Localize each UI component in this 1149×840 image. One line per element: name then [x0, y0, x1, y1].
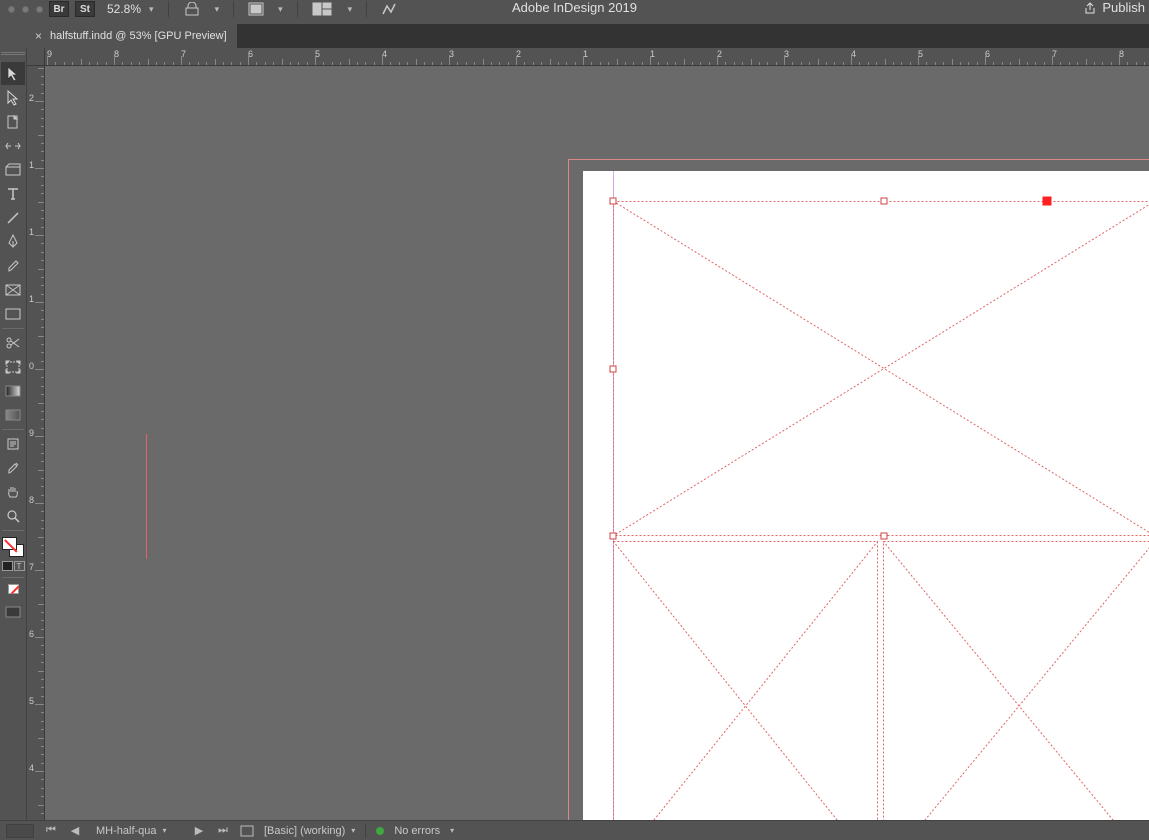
ruler-label: 5 [29, 696, 34, 706]
ruler-label: 1 [29, 294, 34, 304]
apply-color-row [8, 584, 19, 594]
tool-divider [2, 530, 24, 531]
type-tool[interactable] [1, 182, 25, 205]
app-title: Adobe InDesign 2019 [512, 0, 637, 15]
tool-divider [2, 328, 24, 329]
resize-handle-s[interactable] [881, 533, 888, 540]
fill-stroke-swatch[interactable] [2, 537, 24, 557]
resize-handle-n[interactable] [1042, 197, 1051, 206]
first-spread-button[interactable]: ⏮ [44, 824, 58, 838]
selection-tool[interactable] [1, 62, 25, 85]
formatting-affects-row: T [2, 561, 25, 571]
object-style-label: [Basic] (working) [264, 825, 345, 837]
gradient-feather-tool[interactable] [1, 403, 25, 426]
preflight-status-text[interactable]: No errors [394, 825, 440, 837]
ruler-label: 0 [29, 361, 34, 371]
formatting-container-icon[interactable] [2, 561, 13, 571]
zoom-level-field[interactable]: 52.8% [107, 2, 141, 16]
stock-button[interactable]: St [75, 1, 95, 17]
application-bar: Br St 52.8% ▾ ▾ ▾ ▾ Adobe InDesign 2019 … [0, 0, 1149, 18]
page-grid-icon[interactable] [248, 2, 264, 16]
stray-path[interactable] [146, 434, 147, 559]
object-style-dropdown-icon[interactable]: ▾ [351, 826, 355, 835]
arrange-documents-dropdown-icon[interactable]: ▾ [348, 4, 353, 15]
document-tab[interactable]: × halfstuff.indd @ 53% [GPU Preview] [27, 24, 237, 48]
line-tool[interactable] [1, 206, 25, 229]
page-grid-dropdown-icon[interactable]: ▾ [278, 4, 283, 15]
horizontal-ruler[interactable]: 98765432112345678 [45, 48, 1149, 66]
formatting-text-icon[interactable]: T [14, 561, 25, 571]
document-tab-label: halfstuff.indd @ 53% [GPU Preview] [50, 30, 227, 42]
content-collector-tool[interactable] [1, 158, 25, 181]
preflight-status-icon[interactable] [376, 827, 384, 835]
selection-bounding-box [613, 201, 1149, 536]
zoom-window-icon[interactable] [36, 6, 43, 13]
ruler-label: 8 [29, 495, 34, 505]
tool-divider [2, 577, 24, 578]
ruler-label: 6 [29, 629, 34, 639]
tool-divider [2, 429, 24, 430]
resize-handle-sw[interactable] [610, 533, 617, 540]
image-frame[interactable] [883, 541, 1149, 820]
rectangle-frame-tool[interactable] [1, 278, 25, 301]
bridge-button[interactable]: Br [49, 1, 69, 17]
view-options-group: ▾ ▾ ▾ [168, 1, 398, 17]
gpu-performance-icon[interactable] [381, 2, 397, 16]
page-navigation-dropdown-icon[interactable]: ▾ [163, 826, 167, 835]
close-window-icon[interactable] [8, 6, 15, 13]
ruler-label: 7 [29, 562, 34, 572]
ruler-label: 2 [29, 93, 34, 103]
publish-label: Publish [1102, 0, 1145, 15]
ruler-label: 1 [29, 160, 34, 170]
panel-grip-icon[interactable] [1, 52, 25, 58]
pencil-tool[interactable] [1, 254, 25, 277]
page-navigation-field[interactable]: MH-half-qua ▾ [92, 823, 182, 839]
vertical-ruler[interactable]: 12111098765432 [27, 66, 45, 820]
arrange-documents-icon[interactable] [312, 2, 334, 16]
zoom-field[interactable] [6, 824, 34, 838]
resize-handle-w[interactable] [610, 365, 617, 372]
publish-button[interactable]: Publish [1084, 0, 1145, 15]
tools-panel: T [0, 48, 27, 820]
view-mode-toggle[interactable] [1, 600, 25, 623]
minimize-window-icon[interactable] [22, 6, 29, 13]
gradient-swatch-tool[interactable] [1, 379, 25, 402]
document-workspace: 98765432112345678 12111098765432 [27, 48, 1149, 820]
close-tab-icon[interactable]: × [35, 29, 42, 43]
zoom-tool[interactable] [1, 504, 25, 527]
page-tool[interactable] [1, 110, 25, 133]
ruler-label: 9 [29, 428, 34, 438]
scissors-tool[interactable] [1, 331, 25, 354]
ruler-label: 4 [29, 763, 34, 773]
note-tool[interactable] [1, 432, 25, 455]
page-navigation-label: MH-half-qua [96, 825, 157, 837]
apply-none-icon[interactable] [8, 584, 19, 594]
window-controls[interactable] [8, 6, 43, 13]
ruler-label: 1 [29, 227, 34, 237]
document-tab-strip: × halfstuff.indd @ 53% [GPU Preview] [27, 24, 1149, 48]
eyedropper-tool[interactable] [1, 456, 25, 479]
direct-selection-tool[interactable] [1, 86, 25, 109]
hand-tool[interactable] [1, 480, 25, 503]
zoom-level-dropdown-icon[interactable]: ▾ [149, 4, 154, 15]
free-transform-tool[interactable] [1, 355, 25, 378]
ruler-origin[interactable] [27, 48, 45, 66]
prev-spread-button[interactable]: ◀ [68, 824, 82, 838]
resize-handle-nw[interactable] [610, 198, 617, 205]
preflight-dropdown-icon[interactable]: ▾ [450, 826, 454, 835]
canvas-pasteboard[interactable] [45, 66, 1149, 820]
view-padlock-icon[interactable] [183, 2, 201, 16]
gap-tool[interactable] [1, 134, 25, 157]
image-frame[interactable] [613, 541, 878, 820]
rectangle-tool[interactable] [1, 302, 25, 325]
open-pages-panel-icon[interactable] [240, 824, 254, 838]
object-style-field[interactable]: [Basic] (working) ▾ [264, 825, 355, 837]
resize-handle-n-mid[interactable] [881, 198, 888, 205]
pen-tool[interactable] [1, 230, 25, 253]
share-icon [1084, 2, 1096, 14]
next-spread-button[interactable]: ▶ [192, 824, 206, 838]
status-bar: ⏮ ◀ MH-half-qua ▾ ▶ ⏭ [Basic] (working) … [0, 820, 1149, 840]
view-options-dropdown-icon[interactable]: ▾ [215, 4, 220, 15]
last-spread-button[interactable]: ⏭ [216, 824, 230, 838]
